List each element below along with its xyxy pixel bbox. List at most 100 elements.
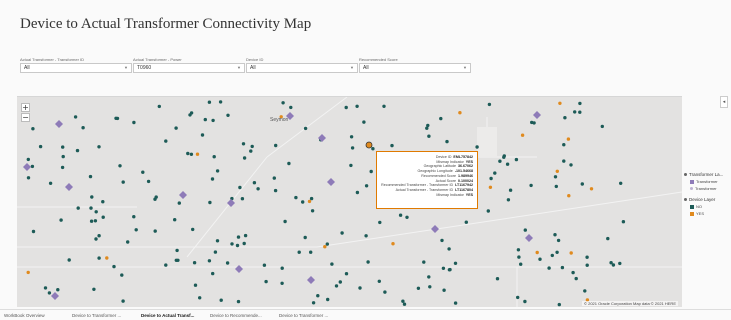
device-marker-no <box>47 291 52 295</box>
device-marker-no <box>378 220 382 225</box>
device-marker-yes <box>535 250 539 255</box>
device-marker-no <box>287 161 291 166</box>
device-marker-no <box>89 219 94 223</box>
legend-collapse-icon[interactable]: ◂ <box>720 96 728 108</box>
tab-workbook-overview[interactable]: WorkBook Overview <box>4 313 45 318</box>
device-marker-no <box>502 155 506 159</box>
device-marker-no <box>215 169 220 173</box>
device-marker-no <box>489 176 493 181</box>
device-marker-yes <box>589 187 594 191</box>
diamond-swatch-icon <box>690 179 694 184</box>
device-marker-no <box>580 182 584 186</box>
tooltip-key: Geographic Latitude <box>423 164 456 169</box>
tab-device-to-transformer[interactable]: Device to Transformer ... <box>72 313 121 318</box>
device-marker-no <box>236 299 241 304</box>
tooltip-key: Actual Transformer - Transformer ID <box>395 187 454 192</box>
device-marker-no <box>120 273 124 277</box>
device-marker-no <box>448 267 452 272</box>
map-area-shape <box>477 127 497 157</box>
device-marker-no <box>30 164 35 169</box>
device-marker-no <box>447 247 451 251</box>
legend-item-label: YES <box>696 211 705 216</box>
filter-transformer-power-select[interactable]: T0960 ▼ <box>133 63 245 73</box>
device-marker-no <box>89 206 93 210</box>
device-marker-no <box>212 155 216 159</box>
map-markers-layer <box>17 97 682 307</box>
tab-device-to-actual-transformer[interactable]: Device to Actual Transf... <box>141 313 194 318</box>
legend-item: Transformer <box>690 186 731 191</box>
device-marker-no <box>219 298 223 302</box>
device-marker-no <box>453 301 458 305</box>
device-marker-no <box>618 261 622 266</box>
device-marker-no <box>557 302 561 307</box>
device-marker-no <box>213 250 218 254</box>
device-marker-no <box>550 253 554 258</box>
chevron-down-icon: ▼ <box>124 65 128 70</box>
tab-device-to-transformer-2[interactable]: Device to Transformer ... <box>279 313 328 318</box>
device-marker-yes <box>391 242 395 246</box>
transformer-marker <box>307 276 315 284</box>
device-marker-no <box>75 148 80 153</box>
device-marker-no <box>210 177 215 181</box>
device-marker-no <box>377 279 381 283</box>
device-marker-no <box>132 120 136 125</box>
filter-transformer-id-select[interactable]: All ▼ <box>20 63 132 73</box>
device-marker-no <box>26 176 31 180</box>
device-marker-no <box>207 100 212 104</box>
device-marker-no <box>177 201 181 205</box>
road-line <box>316 191 682 248</box>
filter-transformer-power: Actual Transformer - Power T0960 ▼ <box>133 57 245 73</box>
device-marker-no <box>514 157 519 162</box>
legend-transformer-layer[interactable]: Transformer La... <box>684 172 731 177</box>
device-marker-yes <box>566 137 571 141</box>
legend-item-label: Transformer <box>696 179 718 184</box>
device-marker-yes <box>458 111 462 115</box>
filter-recommended-score-select[interactable]: All ▼ <box>359 63 471 73</box>
device-marker-no <box>174 126 178 130</box>
dot-swatch-icon <box>690 187 693 191</box>
device-marker-no <box>134 228 138 232</box>
device-marker-yes <box>26 270 30 275</box>
device-marker-no <box>309 196 314 201</box>
device-marker-no <box>487 102 492 107</box>
connectivity-map[interactable]: + − Seymon © 2021 Oracle Corporation Map… <box>17 96 682 307</box>
device-marker-no <box>207 259 212 263</box>
device-marker-no <box>164 263 168 267</box>
device-marker-yes <box>195 152 200 156</box>
device-marker-no <box>280 266 284 270</box>
legend-device-layer[interactable]: Device Layer <box>684 197 731 202</box>
device-marker-no <box>175 248 179 253</box>
device-marker-no <box>90 195 94 199</box>
zoom-out-button[interactable]: − <box>21 113 30 122</box>
device-marker-no <box>371 147 375 151</box>
device-marker-no <box>547 266 551 270</box>
device-marker-no <box>405 215 409 219</box>
tab-device-to-recommended[interactable]: Device to Recommende... <box>210 313 262 318</box>
device-marker-no <box>428 285 432 289</box>
device-marker-no <box>208 200 212 205</box>
filter-device-id: Device ID All ▼ <box>246 57 358 73</box>
device-marker-no <box>498 159 502 163</box>
tooltip-key: Mismap Indicator <box>436 159 464 164</box>
filter-device-id-select[interactable]: All ▼ <box>246 63 358 73</box>
device-marker-no <box>585 263 589 267</box>
device-marker-no <box>422 260 426 264</box>
device-marker-no <box>146 179 151 184</box>
zoom-in-button[interactable]: + <box>21 103 30 112</box>
device-marker-no <box>383 290 387 294</box>
square-swatch-icon <box>690 211 694 216</box>
device-marker-no <box>186 151 190 156</box>
device-marker-no <box>366 260 370 264</box>
device-marker-no <box>141 170 145 174</box>
device-marker-no <box>583 289 587 293</box>
transformer-marker <box>431 225 439 233</box>
device-marker-no <box>571 270 575 275</box>
device-marker-no <box>243 233 248 238</box>
device-marker-no <box>609 261 613 265</box>
layer-bullet-icon <box>684 173 687 177</box>
device-marker-no <box>189 111 194 115</box>
device-marker-no <box>294 195 298 200</box>
device-marker-no <box>311 301 316 305</box>
device-marker-no <box>272 176 276 180</box>
filter-value: All <box>24 65 30 71</box>
